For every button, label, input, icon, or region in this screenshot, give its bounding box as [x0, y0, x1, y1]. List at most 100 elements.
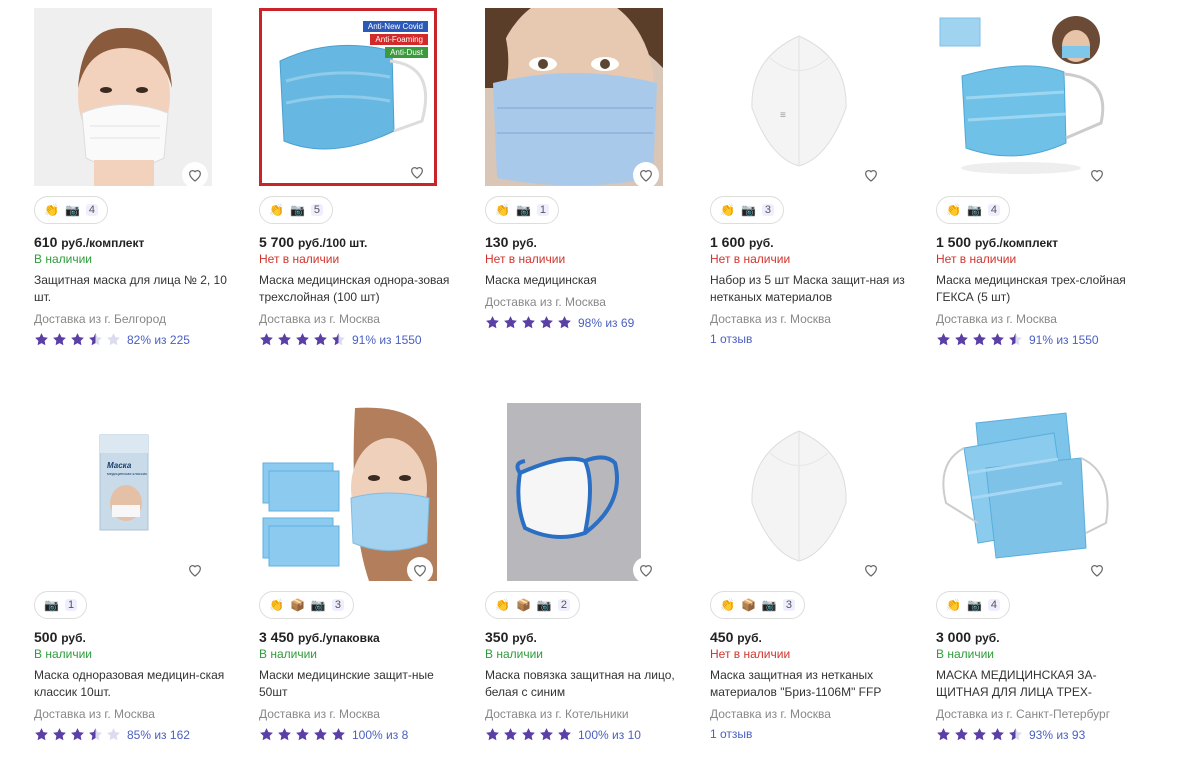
reviews-link[interactable]: 100% из 8	[352, 728, 408, 742]
badges-pill[interactable]: 👏 📷 4	[936, 196, 1011, 224]
badges-pill[interactable]: 👏 📦 📷 2	[485, 591, 580, 619]
favorite-heart-icon[interactable]	[407, 557, 433, 581]
rating[interactable]: 85% из 162	[34, 727, 239, 742]
star-icon	[35, 333, 48, 346]
badges-pill[interactable]: 👏 📷 1	[485, 196, 560, 224]
badges-pill[interactable]: 👏 📦 📷 3	[710, 591, 805, 619]
product-card[interactable]: 👏 📷 4 3 000 руб. В наличии МАСКА МЕДИЦИН…	[936, 403, 1141, 742]
star-icon	[71, 728, 84, 741]
product-title[interactable]: Набор из 5 шт Маска защит-ная из нетканы…	[710, 272, 910, 306]
reviews-link[interactable]: 82% из 225	[127, 333, 190, 347]
reviews-link[interactable]: 93% из 93	[1029, 728, 1085, 742]
price: 610 руб./комплект	[34, 234, 145, 250]
product-image[interactable]	[710, 403, 888, 581]
rating[interactable]: 93% из 93	[936, 727, 1141, 742]
product-card[interactable]: 👏 📷 4 1 500 руб./комплект Нет в наличии …	[936, 8, 1141, 347]
product-card[interactable]: 👏 📦 📷 3 450 руб. Нет в наличии Маска защ…	[710, 403, 915, 741]
photo-count: 3	[331, 599, 344, 611]
star-icon	[1009, 728, 1022, 741]
favorite-heart-icon[interactable]	[1084, 162, 1110, 186]
badges-pill[interactable]: 👏 📷 4	[34, 196, 109, 224]
star-icon	[314, 728, 327, 741]
product-card[interactable]: 👏 📷 4 610 руб./комплект В наличии Защитн…	[34, 8, 239, 347]
svg-text:≡: ≡	[780, 110, 786, 121]
favorite-heart-icon[interactable]	[633, 162, 659, 186]
reviews-link[interactable]: 85% из 162	[127, 728, 190, 742]
favorite-heart-icon[interactable]	[633, 557, 659, 581]
star-icon	[296, 333, 309, 346]
product-title[interactable]: Маски медицинские защит-ные 50шт	[259, 667, 459, 701]
product-image[interactable]	[485, 8, 663, 186]
favorite-heart-icon[interactable]	[182, 162, 208, 186]
product-card[interactable]: 👏 📦 📷 2 350 руб. В наличии Маска повязка…	[485, 403, 690, 742]
product-title[interactable]: Маска медицинская	[485, 272, 685, 289]
label-dust: Anti-Dust	[385, 47, 428, 58]
badges-pill[interactable]: 👏 📷 5	[259, 196, 334, 224]
star-icon	[53, 728, 66, 741]
badges-pill[interactable]: 👏 📷 4	[936, 591, 1011, 619]
product-title[interactable]: Маска повязка защитная на лицо, белая с …	[485, 667, 685, 701]
favorite-heart-icon[interactable]	[1084, 557, 1110, 581]
rating[interactable]: 98% из 69	[485, 315, 690, 330]
product-image[interactable]	[936, 403, 1114, 581]
reviews-link[interactable]: 100% из 10	[578, 728, 641, 742]
star-icon	[937, 333, 950, 346]
product-title[interactable]: Маска защитная из нетканых материалов "Б…	[710, 667, 910, 701]
rating[interactable]: 100% из 10	[485, 727, 690, 742]
star-icon	[296, 728, 309, 741]
star-icon	[991, 728, 1004, 741]
reviews-link[interactable]: 1 отзыв	[710, 727, 752, 741]
badges-pill[interactable]: 📷 1	[34, 591, 88, 619]
star-icon	[332, 728, 345, 741]
star-icon	[314, 333, 327, 346]
product-title[interactable]: МАСКА МЕДИЦИНСКАЯ ЗА-ЩИТНАЯ ДЛЯ ЛИЦА ТРЕ…	[936, 667, 1136, 701]
product-card[interactable]: Anti-New Covid Anti-Foaming Anti-Dust 👏 …	[259, 8, 464, 347]
product-card[interactable]: 👏 📷 1 130 руб. Нет в наличии Маска медиц…	[485, 8, 690, 330]
favorite-heart-icon[interactable]	[858, 162, 884, 186]
product-image[interactable]: ≡	[710, 8, 888, 186]
reviews-link[interactable]: 91% из 1550	[1029, 333, 1099, 347]
rating[interactable]: 1 отзыв	[710, 332, 915, 346]
price: 500 руб.	[34, 629, 86, 645]
camera-icon: 📷	[740, 203, 756, 217]
product-title[interactable]: Маска одноразовая медицин-ская классик 1…	[34, 667, 234, 701]
product-image[interactable]: Anti-New Covid Anti-Foaming Anti-Dust	[259, 8, 437, 186]
rating[interactable]: 100% из 8	[259, 727, 464, 742]
star-icon	[71, 333, 84, 346]
rating-stars	[259, 727, 346, 742]
box-icon: 📦	[740, 598, 756, 612]
product-image[interactable]	[259, 403, 437, 581]
product-card[interactable]: ≡ 👏 📷 3 1 600 руб. Нет в наличии Набор и…	[710, 8, 915, 346]
stock-status: Нет в наличии	[710, 647, 791, 661]
product-image[interactable]: Маска медицинская классик	[34, 403, 212, 581]
reviews-link[interactable]: 91% из 1550	[352, 333, 422, 347]
product-title[interactable]: Защитная маска для лица № 2, 10 шт.	[34, 272, 234, 306]
rating[interactable]: 82% из 225	[34, 332, 239, 347]
star-icon	[504, 316, 517, 329]
price: 450 руб.	[710, 629, 762, 645]
product-image[interactable]	[936, 8, 1114, 186]
favorite-heart-icon[interactable]	[404, 159, 430, 183]
badges-pill[interactable]: 👏 📷 3	[710, 196, 785, 224]
product-title[interactable]: Маска медицинская однора-зовая трехслойн…	[259, 272, 459, 306]
package-title: Маска	[107, 461, 132, 470]
badges-pill[interactable]: 👏 📦 📷 3	[259, 591, 354, 619]
rating[interactable]: 1 отзыв	[710, 727, 915, 741]
star-icon	[278, 333, 291, 346]
favorite-heart-icon[interactable]	[182, 557, 208, 581]
price: 1 500 руб./комплект	[936, 234, 1059, 250]
rating-stars	[259, 332, 346, 347]
reviews-link[interactable]: 1 отзыв	[710, 332, 752, 346]
product-card[interactable]: Маска медицинская классик 📷 1 500 руб. В…	[34, 403, 239, 742]
reviews-link[interactable]: 98% из 69	[578, 316, 634, 330]
product-card[interactable]: 👏 📦 📷 3 3 450 руб./упаковка В наличии Ма…	[259, 403, 464, 742]
delivery-info: Доставка из г. Санкт-Петербург	[936, 707, 1111, 721]
rating[interactable]: 91% из 1550	[936, 332, 1141, 347]
delivery-info: Доставка из г. Москва	[259, 312, 380, 326]
rating[interactable]: 91% из 1550	[259, 332, 464, 347]
star-icon	[540, 728, 553, 741]
product-image[interactable]	[485, 403, 663, 581]
product-title[interactable]: Маска медицинская трех-слойная ГЕКСА (5 …	[936, 272, 1136, 306]
favorite-heart-icon[interactable]	[858, 557, 884, 581]
product-image[interactable]	[34, 8, 212, 186]
